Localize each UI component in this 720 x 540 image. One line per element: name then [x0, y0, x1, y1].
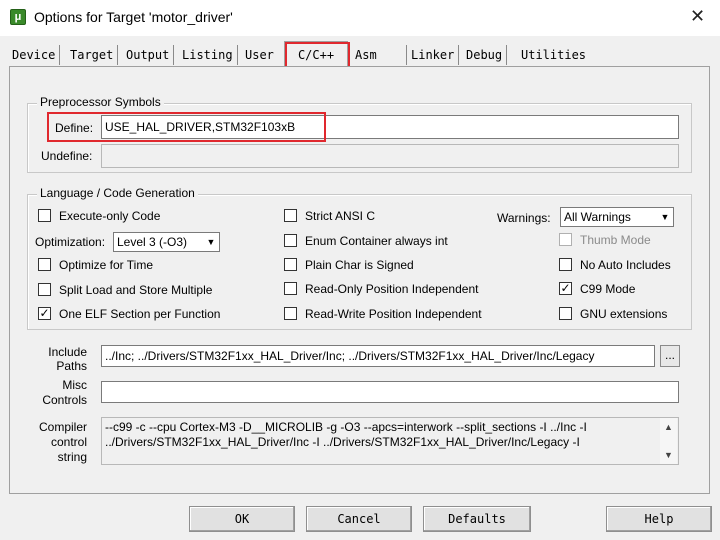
- define-input[interactable]: USE_HAL_DRIVER,STM32F103xB: [101, 115, 679, 139]
- strict-ansi-label: Strict ANSI C: [305, 209, 376, 223]
- optimization-label: Optimization:: [35, 235, 106, 249]
- tab-debug[interactable]: Debug: [462, 45, 508, 65]
- one-elf-checkbox[interactable]: ✓ One ELF Section per Function: [38, 307, 220, 323]
- scroll-down-icon[interactable]: ▼: [664, 450, 673, 460]
- tab-c-cpp[interactable]: C/C++: [284, 41, 348, 67]
- rw-pi-label: Read-Write Position Independent: [305, 307, 482, 321]
- include-paths-label-2: Paths: [56, 359, 87, 373]
- execute-only-box: [38, 209, 51, 223]
- scroll-up-icon[interactable]: ▲: [664, 422, 673, 432]
- check-icon: ✓: [38, 306, 51, 321]
- undefine-label: Undefine:: [41, 149, 93, 163]
- ro-pi-label: Read-Only Position Independent: [305, 282, 479, 296]
- c99-label: C99 Mode: [580, 282, 636, 296]
- misc-controls-input[interactable]: [101, 381, 679, 403]
- thumb-mode-label: Thumb Mode: [580, 233, 651, 247]
- preprocessor-group-title: Preprocessor Symbols: [37, 95, 164, 109]
- ok-button[interactable]: OK: [189, 506, 295, 532]
- c99-checkbox[interactable]: ✓ C99 Mode: [559, 282, 635, 298]
- include-paths-label-1: Include: [48, 345, 87, 359]
- gnu-ext-label: GNU extensions: [580, 307, 668, 321]
- compiler-string-scrollbar[interactable]: ▲ ▼: [660, 418, 677, 464]
- include-paths-input[interactable]: ../Inc; ../Drivers/STM32F1xx_HAL_Driver/…: [101, 345, 655, 367]
- compiler-string-label-2: control: [50, 435, 87, 449]
- thumb-mode-box: [559, 233, 572, 247]
- execute-only-label: Execute-only Code: [59, 209, 161, 223]
- split-load-label: Split Load and Store Multiple: [59, 283, 213, 297]
- split-load-checkbox[interactable]: Split Load and Store Multiple: [38, 283, 212, 299]
- compiler-string-text: --c99 -c --cpu Cortex-M3 -D__MICROLIB -g…: [101, 417, 679, 465]
- optimization-select[interactable]: Level 3 (-O3) ▼: [113, 232, 220, 252]
- tab-user[interactable]: User: [241, 45, 278, 65]
- optimize-time-box: [38, 258, 51, 272]
- chevron-down-icon: ▼: [660, 212, 670, 222]
- enum-int-label: Enum Container always int: [305, 234, 448, 248]
- app-icon: μ: [10, 9, 26, 25]
- chevron-down-icon: ▼: [206, 237, 216, 247]
- plain-char-box: [284, 258, 297, 272]
- codegen-group-title: Language / Code Generation: [37, 186, 198, 200]
- undefine-input: [101, 144, 679, 168]
- no-auto-includes-label: No Auto Includes: [580, 258, 671, 272]
- window-title: Options for Target 'motor_driver': [34, 9, 233, 25]
- tab-strip: Device Target Output Listing User C/C++ …: [8, 41, 712, 67]
- optimize-time-label: Optimize for Time: [59, 258, 154, 272]
- tab-target[interactable]: Target: [66, 45, 119, 65]
- thumb-mode-checkbox: Thumb Mode: [559, 233, 651, 249]
- compiler-string-label-1: Compiler: [38, 420, 87, 434]
- gnu-ext-checkbox[interactable]: GNU extensions: [559, 307, 667, 323]
- gnu-ext-box: [559, 307, 572, 321]
- tab-linker[interactable]: Linker: [407, 45, 460, 65]
- warnings-label: Warnings:: [497, 211, 551, 225]
- enum-int-box: [284, 234, 297, 248]
- defaults-button[interactable]: Defaults: [423, 506, 531, 532]
- split-load-box: [38, 283, 51, 297]
- check-icon: ✓: [559, 281, 572, 296]
- one-elf-label: One ELF Section per Function: [59, 307, 221, 321]
- cancel-button[interactable]: Cancel: [306, 506, 412, 532]
- tab-device[interactable]: Device: [8, 45, 61, 65]
- no-auto-includes-box: [559, 258, 572, 272]
- plain-char-label: Plain Char is Signed: [305, 258, 414, 272]
- close-icon[interactable]: ✕: [690, 6, 705, 27]
- define-label: Define:: [55, 121, 94, 135]
- ro-pi-box: [284, 282, 297, 296]
- rw-pi-checkbox[interactable]: Read-Write Position Independent: [284, 307, 482, 323]
- no-auto-includes-checkbox[interactable]: No Auto Includes: [559, 258, 671, 274]
- title-bar: μ Options for Target 'motor_driver' ✕: [0, 0, 720, 36]
- help-button[interactable]: Help: [606, 506, 712, 532]
- enum-int-checkbox[interactable]: Enum Container always int: [284, 234, 448, 250]
- misc-controls-label-1: Misc: [62, 378, 87, 392]
- plain-char-checkbox[interactable]: Plain Char is Signed: [284, 258, 414, 274]
- include-paths-browse-button[interactable]: ...: [660, 345, 680, 367]
- tab-output[interactable]: Output: [122, 45, 175, 65]
- strict-ansi-checkbox[interactable]: Strict ANSI C: [284, 209, 375, 225]
- execute-only-checkbox[interactable]: Execute-only Code: [38, 209, 160, 225]
- compiler-string-label-3: string: [57, 450, 87, 464]
- ro-pi-checkbox[interactable]: Read-Only Position Independent: [284, 282, 478, 298]
- strict-ansi-box: [284, 209, 297, 223]
- misc-controls-label-2: Controls: [42, 393, 87, 407]
- tab-asm[interactable]: Asm: [351, 45, 407, 65]
- rw-pi-box: [284, 307, 297, 321]
- tab-utilities[interactable]: Utilities: [517, 45, 590, 65]
- warnings-select[interactable]: All Warnings ▼: [560, 207, 674, 227]
- warnings-value: All Warnings: [564, 210, 631, 224]
- tab-listing[interactable]: Listing: [178, 45, 238, 65]
- optimize-time-checkbox[interactable]: Optimize for Time: [38, 258, 153, 274]
- optimization-value: Level 3 (-O3): [117, 235, 188, 249]
